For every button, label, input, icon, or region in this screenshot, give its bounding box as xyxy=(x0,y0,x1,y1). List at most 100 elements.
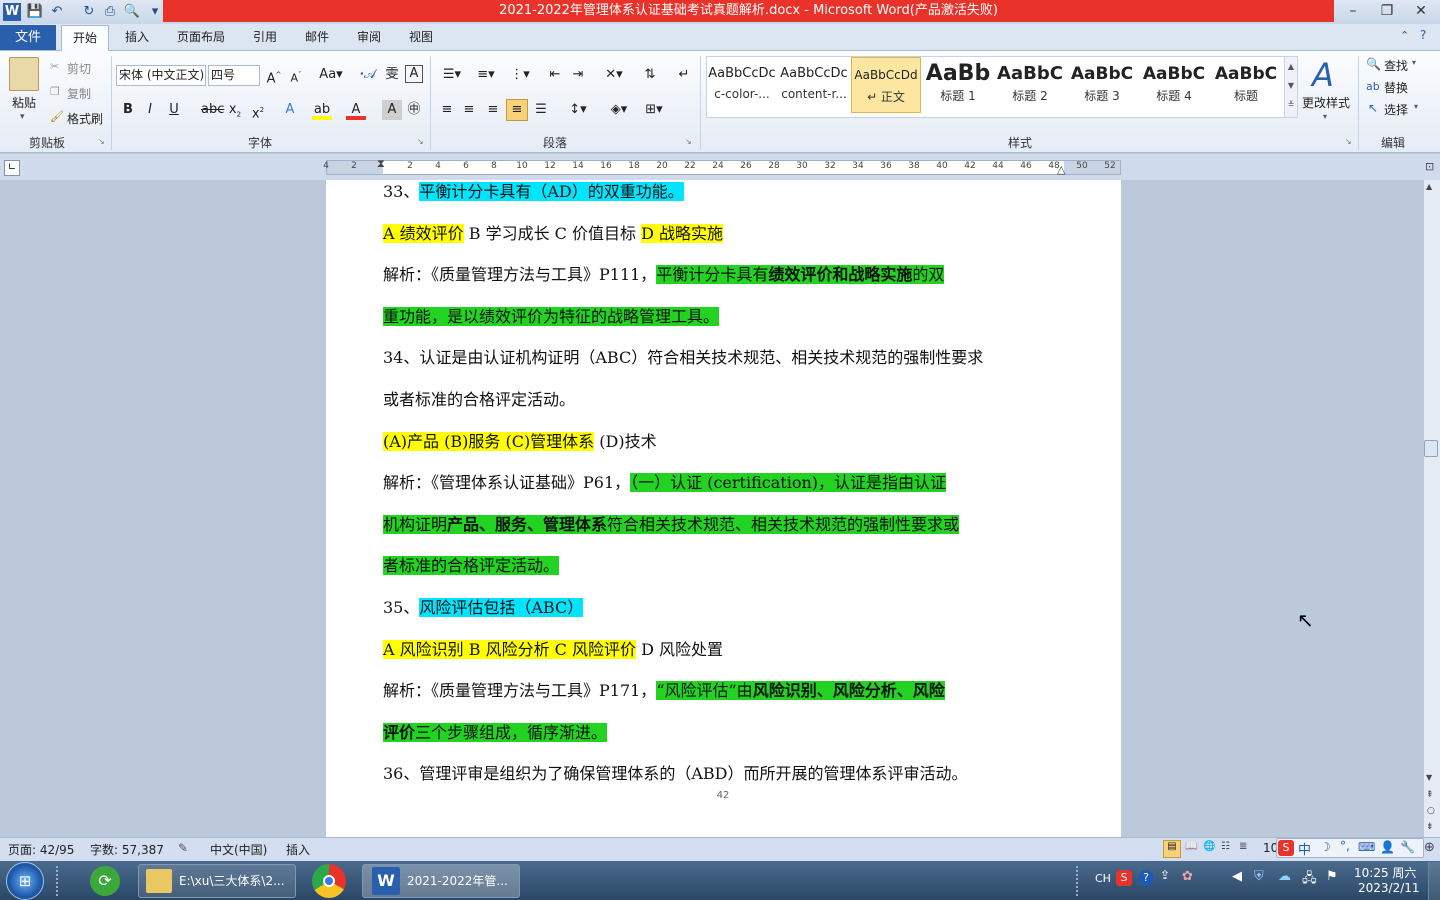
distributed-icon[interactable]: ☰ xyxy=(531,100,551,120)
pinned-app-icon[interactable]: ⟳ xyxy=(90,866,120,896)
print-preview-icon[interactable]: 🔍 xyxy=(123,3,141,21)
maximize-button[interactable]: ❐ xyxy=(1370,2,1404,20)
bullets-icon[interactable]: ☰▾ xyxy=(438,65,466,85)
ime-halfwidth-icon[interactable]: ☽ xyxy=(1320,840,1331,854)
scroll-thumb[interactable] xyxy=(1424,440,1438,457)
clock-date[interactable]: 2023/2/11 xyxy=(1358,881,1420,895)
find-button[interactable]: 查找 xyxy=(1384,57,1408,74)
change-styles-dropdown-icon[interactable]: ▾ xyxy=(1323,112,1327,121)
word-app-icon[interactable]: W xyxy=(3,3,21,21)
proofing-icon[interactable]: ✎ xyxy=(178,841,188,855)
style-item[interactable]: AaBbC 标题 4 xyxy=(1139,57,1209,113)
indent-marker-icon[interactable]: ⧗ xyxy=(377,157,385,171)
format-painter-button[interactable]: 格式刷 xyxy=(67,110,103,127)
language-indicator[interactable]: 中文(中国) xyxy=(210,841,267,858)
change-case-icon[interactable]: Aa▾ xyxy=(318,65,344,85)
clock-time[interactable]: 10:25 周六 xyxy=(1354,864,1416,881)
ime-tools-icon[interactable]: 🔧 xyxy=(1400,840,1415,854)
italic-icon[interactable]: I xyxy=(140,100,160,120)
sort-icon[interactable]: ⇅ xyxy=(640,65,660,85)
align-right-icon[interactable]: ≡ xyxy=(483,100,503,120)
help-icon[interactable]: ? xyxy=(1420,28,1426,42)
select-dropdown-icon[interactable]: ▾ xyxy=(1414,102,1418,111)
superscript-icon[interactable]: x2 xyxy=(248,100,268,121)
ime-punctuation-icon[interactable]: °, xyxy=(1340,839,1350,853)
cut-button[interactable]: 剪切 xyxy=(67,60,91,77)
style-item-selected[interactable]: AaBbCcDd ↵ 正文 xyxy=(851,57,921,113)
outline-view-icon[interactable]: ☷ xyxy=(1221,841,1230,852)
undo-icon[interactable]: ↶ xyxy=(48,3,66,21)
style-item[interactable]: AaBb 标题 1 xyxy=(923,57,993,113)
ime-chinese-mode-icon[interactable]: 中 xyxy=(1298,839,1311,858)
style-item[interactable]: AaBbC 标题 2 xyxy=(995,57,1065,113)
paste-dropdown-icon[interactable]: ▾ xyxy=(20,112,25,122)
close-button[interactable]: ✕ xyxy=(1404,2,1438,20)
align-left-icon[interactable]: ≡ xyxy=(437,100,457,120)
line-spacing-icon[interactable]: ↕▾ xyxy=(564,100,592,120)
tab-review[interactable]: 审阅 xyxy=(347,25,391,51)
minimize-button[interactable]: – xyxy=(1336,2,1370,20)
word-count[interactable]: 字数: 57,387 xyxy=(90,841,164,858)
select-button[interactable]: 选择 xyxy=(1384,101,1408,118)
ime-user-icon[interactable]: 👤 xyxy=(1380,840,1395,854)
replace-button[interactable]: 替换 xyxy=(1384,79,1408,96)
copy-button[interactable]: 复制 xyxy=(67,85,91,102)
change-styles-icon[interactable]: A xyxy=(1312,56,1334,94)
char-shading-icon[interactable]: A xyxy=(382,100,402,120)
zoom-in-icon[interactable]: ⊕ xyxy=(1424,840,1435,855)
network-icon[interactable]: 🖧 xyxy=(1302,869,1317,891)
action-center-icon[interactable]: ⚑ xyxy=(1326,869,1338,884)
enclose-char-icon[interactable]: ㊥ xyxy=(404,100,424,120)
paste-icon[interactable] xyxy=(9,57,39,91)
styles-scroll[interactable]: ▲ ▼ ≚ xyxy=(1284,57,1297,117)
browse-object-icon[interactable]: ○ xyxy=(1427,806,1435,816)
start-button[interactable]: ⊞ xyxy=(6,862,44,900)
highlight-color-icon[interactable]: ab xyxy=(312,100,332,120)
redo-icon[interactable]: ↻ xyxy=(80,3,98,21)
style-item[interactable]: AaBbC 标题 xyxy=(1211,57,1281,113)
bold-icon[interactable]: B xyxy=(118,100,138,120)
tray-expand-icon[interactable]: ◀ xyxy=(1232,869,1242,884)
borders-icon[interactable]: ⊞▾ xyxy=(640,100,668,120)
draft-view-icon[interactable]: ≣ xyxy=(1239,841,1247,852)
help-tray-icon[interactable]: ? xyxy=(1138,870,1154,886)
style-item[interactable]: AaBbCcDc content-r... xyxy=(779,57,849,113)
align-center-icon[interactable]: ≡ xyxy=(459,100,479,120)
tab-view[interactable]: 视图 xyxy=(399,25,443,51)
subscript-icon[interactable]: x2 xyxy=(225,100,245,120)
font-color-icon[interactable]: A xyxy=(346,100,366,120)
chinese-layout-icon[interactable]: ✕▾ xyxy=(600,65,628,85)
char-border-icon[interactable]: A xyxy=(405,65,423,83)
tab-references[interactable]: 引用 xyxy=(243,25,287,51)
save-icon[interactable]: 💾 xyxy=(26,3,44,21)
view-ruler-icon[interactable]: ⊡ xyxy=(1425,160,1434,173)
font-name-box[interactable]: 宋体 (中文正文) xyxy=(116,65,206,86)
show-desktop-button[interactable] xyxy=(1428,862,1440,900)
next-page-icon[interactable]: ⇟ xyxy=(1426,822,1434,832)
prev-page-icon[interactable]: ⇞ xyxy=(1426,790,1434,800)
underline-icon[interactable]: U xyxy=(164,100,184,120)
styles-launcher-icon[interactable]: ↘ xyxy=(1345,137,1352,146)
tray-cloud-icon[interactable]: ☁ xyxy=(1278,869,1291,884)
right-indent-marker-icon[interactable]: △ xyxy=(1057,163,1065,176)
shading-icon[interactable]: ◈▾ xyxy=(605,100,633,120)
decrease-indent-icon[interactable]: ⇤ xyxy=(545,65,565,85)
insert-mode[interactable]: 插入 xyxy=(286,841,310,858)
phonetic-guide-icon[interactable]: 雯 xyxy=(382,65,402,85)
customize-qat-icon[interactable]: ▾ xyxy=(146,3,164,21)
print-icon[interactable]: ⎙ xyxy=(101,3,119,21)
vertical-scrollbar[interactable] xyxy=(1423,180,1440,837)
shrink-font-icon[interactable]: Aˇ xyxy=(286,65,306,85)
tray-options-icon[interactable]: ⇪ xyxy=(1160,868,1170,882)
ime-keyboard-icon[interactable]: ⌨ xyxy=(1358,840,1375,854)
text-effects-icon[interactable]: A xyxy=(280,100,300,120)
ime-indicator[interactable]: CH xyxy=(1095,872,1111,885)
multilevel-list-icon[interactable]: ⋮▾ xyxy=(506,65,534,85)
full-screen-reading-icon[interactable]: 📖 xyxy=(1185,841,1197,852)
sogou-tray-icon[interactable]: S xyxy=(1116,870,1132,886)
tab-mailings[interactable]: 邮件 xyxy=(295,25,339,51)
scroll-up-icon[interactable]: ▲ xyxy=(1426,182,1432,191)
numbering-icon[interactable]: ≡▾ xyxy=(472,65,500,85)
tray-security-icon[interactable]: ⛨ xyxy=(1254,869,1264,884)
clear-format-icon[interactable]: ꞏ𝒜 xyxy=(358,65,378,85)
